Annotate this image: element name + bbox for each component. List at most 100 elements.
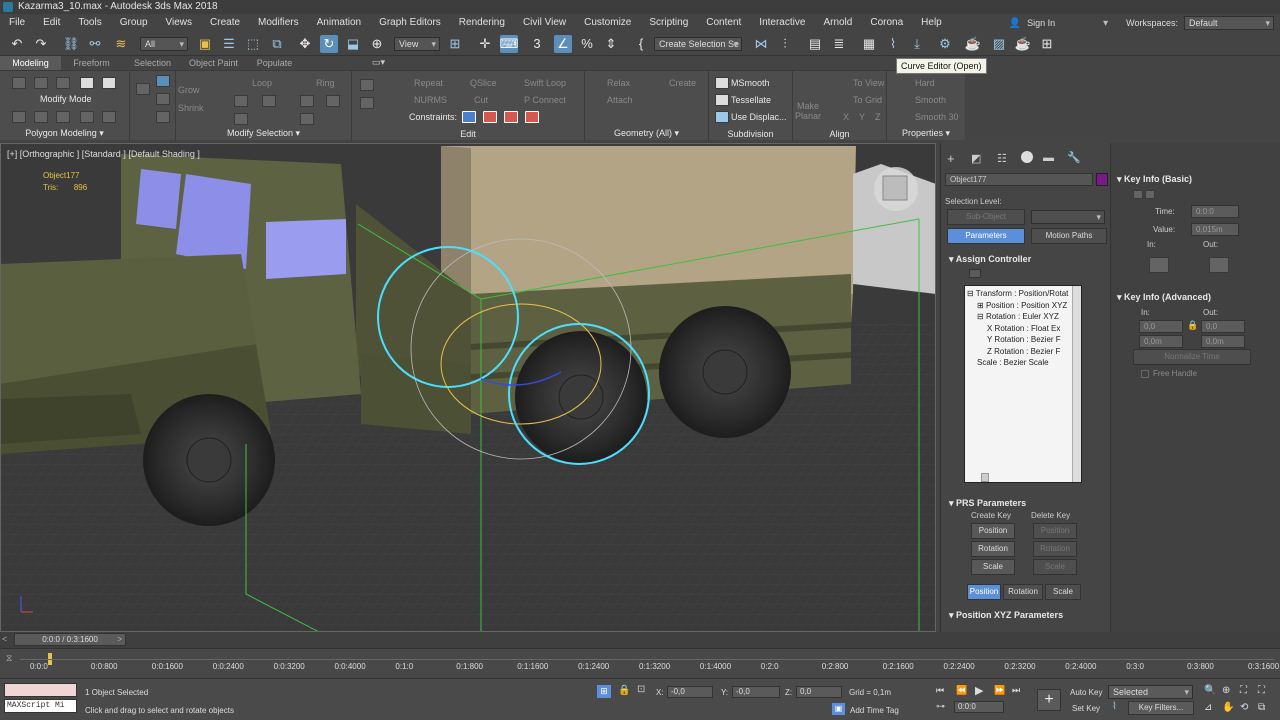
- controller-tree-item[interactable]: Y Rotation : Bezier F: [987, 334, 1061, 345]
- edge-icon[interactable]: [34, 77, 48, 89]
- toggle-ribbon-icon[interactable]: ▦: [860, 35, 878, 53]
- align-x-label[interactable]: X: [843, 112, 849, 122]
- ignore-backfacing-icon[interactable]: [34, 111, 48, 123]
- tree-vertical-scrollbar[interactable]: [1072, 286, 1081, 482]
- material-editor-icon[interactable]: ⚙: [936, 35, 954, 53]
- prs-tab-position[interactable]: Position: [967, 584, 1001, 600]
- snap-toggle-icon[interactable]: 3: [528, 35, 546, 53]
- value-field[interactable]: 0,015m: [1191, 223, 1239, 236]
- default-tangents-icon[interactable]: ⌇: [1112, 701, 1117, 712]
- delete-position-key-button[interactable]: Position: [1033, 523, 1077, 539]
- constraint-edge-icon[interactable]: [483, 111, 497, 123]
- loop-label[interactable]: Loop: [252, 78, 272, 88]
- motion-panel-icon[interactable]: [1021, 151, 1033, 163]
- menu-item-civil-view[interactable]: Civil View: [514, 14, 575, 32]
- edit-toggle-icon[interactable]: [360, 79, 374, 91]
- controller-tree-item[interactable]: X Rotation : Float Ex: [987, 323, 1060, 334]
- align-icon[interactable]: ⫶: [776, 35, 794, 53]
- prs-tab-scale[interactable]: Scale: [1045, 584, 1081, 600]
- create-label[interactable]: Create: [669, 78, 696, 88]
- edit-named-selection-icon[interactable]: {: [632, 35, 650, 53]
- menu-item-arnold[interactable]: Arnold: [814, 14, 861, 32]
- tree-expander-icon[interactable]: ⊟: [967, 289, 976, 298]
- set-key-button[interactable]: Set Key: [1072, 704, 1100, 713]
- align-y-label[interactable]: Y: [859, 112, 865, 122]
- out-tangent-icon[interactable]: [1209, 257, 1229, 273]
- curve-editor-icon[interactable]: ⌇: [884, 35, 902, 53]
- tab-populate[interactable]: Populate: [244, 56, 305, 70]
- advanced-in2-field[interactable]: 0,0m: [1139, 335, 1183, 348]
- controller-tree-item[interactable]: ⊟ Transform : Position/Rotat: [967, 288, 1068, 299]
- time-slider-prev-icon[interactable]: <: [2, 634, 7, 644]
- bind-space-warp-icon[interactable]: ≋: [112, 35, 130, 53]
- p-connect-label[interactable]: P Connect: [524, 95, 566, 105]
- swift-loop-label[interactable]: Swift Loop: [524, 78, 566, 88]
- absolute-mode-icon[interactable]: ⊡: [637, 684, 645, 695]
- lock-icon[interactable]: 🔒: [1187, 320, 1198, 331]
- geometry-label[interactable]: Geometry (All) ▾: [585, 128, 708, 139]
- menu-item-corona[interactable]: Corona: [861, 14, 912, 32]
- undo-icon[interactable]: ↶: [8, 35, 26, 53]
- use-soft-selection-icon[interactable]: [102, 111, 116, 123]
- scene-explorer-icon[interactable]: ▤: [806, 35, 824, 53]
- key-mode-icon[interactable]: ⊶: [936, 701, 950, 713]
- prev-key-icon[interactable]: [1133, 190, 1143, 199]
- object-name-field[interactable]: Object177: [945, 173, 1093, 186]
- select-scale-icon[interactable]: ⬓: [344, 35, 362, 53]
- tab-freeform[interactable]: Freeform: [61, 56, 122, 70]
- menu-item-modifiers[interactable]: Modifiers: [249, 14, 308, 32]
- auto-key-button[interactable]: Auto Key: [1070, 688, 1102, 697]
- view-cube[interactable]: [874, 167, 918, 211]
- select-object-icon[interactable]: ▣: [196, 35, 214, 53]
- border-icon[interactable]: [56, 77, 70, 89]
- next-frame-icon[interactable]: ⏩: [994, 685, 1005, 696]
- in-tangent-icon[interactable]: [1149, 257, 1169, 273]
- menu-item-file[interactable]: File: [0, 14, 34, 32]
- prs-tab-rotation[interactable]: Rotation: [1003, 584, 1043, 600]
- advanced-out2-field[interactable]: 0,0m: [1201, 335, 1245, 348]
- key-filters-button[interactable]: Key Filters...: [1128, 701, 1194, 715]
- render-production-icon[interactable]: ☕: [1014, 35, 1032, 53]
- polygon-modeling-label[interactable]: Polygon Modeling ▾: [0, 128, 129, 139]
- menu-item-edit[interactable]: Edit: [34, 14, 69, 32]
- tree-expander-icon[interactable]: ⊞: [977, 301, 986, 310]
- key-info-advanced-header[interactable]: ▾ Key Info (Advanced): [1117, 292, 1211, 303]
- tab-selection[interactable]: Selection: [122, 56, 183, 70]
- assign-controller-icon[interactable]: [969, 269, 981, 278]
- zoom-extents-icon[interactable]: ⛶: [1240, 685, 1247, 696]
- select-open-edges-icon[interactable]: [156, 111, 170, 123]
- render-in-cloud-icon[interactable]: ⊞: [1038, 35, 1056, 53]
- stack-selection-icon[interactable]: [156, 75, 170, 87]
- use-displacement-label[interactable]: Use Displac...: [731, 112, 787, 122]
- unlink-icon[interactable]: ⚯: [86, 35, 104, 53]
- maxscript-listener-pink[interactable]: [4, 683, 77, 697]
- properties-label[interactable]: Properties ▾: [887, 128, 965, 139]
- hard-label[interactable]: Hard: [915, 78, 935, 88]
- key-selection-dropdown[interactable]: Selected: [1108, 685, 1193, 699]
- mirror-icon[interactable]: ⋈: [752, 35, 770, 53]
- constraint-none-icon[interactable]: [462, 111, 476, 123]
- assign-controller-header[interactable]: ▾ Assign Controller: [949, 254, 1031, 265]
- to-grid-label[interactable]: To Grid: [853, 95, 882, 105]
- select-icon[interactable]: [136, 83, 150, 95]
- prs-parameters-header[interactable]: ▾ PRS Parameters: [949, 498, 1026, 509]
- ring-mode-icon[interactable]: [300, 113, 314, 125]
- tab-motion-paths[interactable]: Motion Paths: [1031, 228, 1107, 244]
- ribbon-options-icon[interactable]: ▭▾: [372, 57, 385, 68]
- z-coordinate-field[interactable]: 0,0: [796, 686, 842, 698]
- attach-label[interactable]: Attach: [607, 95, 633, 105]
- make-planar-label[interactable]: Make Planar: [795, 101, 821, 121]
- pivot-center-icon[interactable]: ⊞: [446, 35, 464, 53]
- menu-item-content[interactable]: Content: [697, 14, 750, 32]
- modify-selection-label[interactable]: Modify Selection ▾: [176, 128, 351, 139]
- qslice-label[interactable]: QSlice: [470, 78, 497, 88]
- create-position-key-button[interactable]: Position: [971, 523, 1015, 539]
- layer-explorer-icon[interactable]: ≣: [830, 35, 848, 53]
- controller-tree-item[interactable]: ⊟ Rotation : Euler XYZ: [977, 311, 1059, 322]
- placement-icon[interactable]: ⊕: [368, 35, 386, 53]
- controller-tree-item[interactable]: Scale : Bezier Scale: [977, 357, 1049, 368]
- previous-frame-icon[interactable]: ⏪: [956, 685, 967, 696]
- controller-tree[interactable]: ⊟ Transform : Position/Rotat ⊞ Position :…: [964, 285, 1082, 483]
- time-slider-next-icon[interactable]: >: [117, 634, 122, 644]
- hierarchy-panel-icon[interactable]: ☷: [997, 152, 1007, 165]
